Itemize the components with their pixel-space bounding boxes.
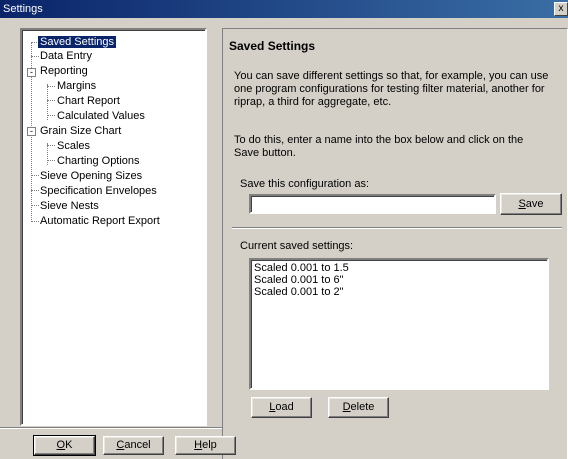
ok-button[interactable]: OK <box>33 435 96 456</box>
save-label: Save this configuration as: <box>240 178 370 190</box>
tree-connector-line <box>47 160 55 161</box>
tree-connector-line <box>47 115 55 116</box>
tree-item-automatic-report-export[interactable]: Automatic Report Export <box>40 214 160 228</box>
help-button[interactable]: Help <box>175 436 236 455</box>
cancel-button[interactable]: Cancel <box>103 436 164 455</box>
tree-item-charting-options[interactable]: Charting Options <box>57 154 140 168</box>
tree-item-reporting[interactable]: Reporting <box>40 64 88 78</box>
title-bar: Settings x <box>0 0 568 18</box>
tree-item-sieve-opening-sizes[interactable]: Sieve Opening Sizes <box>40 169 142 183</box>
list-item[interactable]: Scaled 0.001 to 2" <box>254 286 544 298</box>
save-button[interactable]: Save <box>500 193 562 215</box>
window-title: Settings <box>3 3 43 15</box>
load-button[interactable]: Load <box>251 397 312 418</box>
tree-item-calculated-values[interactable]: Calculated Values <box>57 109 145 123</box>
tree-item-sieve-nests[interactable]: Sieve Nests <box>40 199 99 213</box>
tree-item-data-entry[interactable]: Data Entry <box>40 49 92 63</box>
list-item[interactable]: Scaled 0.001 to 6" <box>254 274 544 286</box>
tree-connector-line <box>31 175 39 176</box>
save-name-input[interactable] <box>249 194 496 214</box>
instruction-text: To do this, enter a name into the box be… <box>234 134 524 159</box>
collapse-icon[interactable]: - <box>27 127 36 136</box>
tree-connector-line <box>47 143 48 165</box>
divider <box>232 227 562 229</box>
delete-button[interactable]: Delete <box>328 397 389 418</box>
intro-text: You can save different settings so that,… <box>234 70 549 108</box>
page-title: Saved Settings <box>229 39 316 53</box>
tree-item-specification-envelopes[interactable]: Specification Envelopes <box>40 184 157 198</box>
current-settings-label: Current saved settings: <box>240 240 354 252</box>
settings-tree[interactable]: Saved Settings Data Entry - Reporting Ma… <box>20 28 207 426</box>
list-item[interactable]: Scaled 0.001 to 1.5 <box>254 262 544 274</box>
tree-connector-line <box>47 86 55 87</box>
close-icon[interactable]: x <box>554 2 568 16</box>
collapse-icon[interactable]: - <box>27 68 36 77</box>
saved-settings-list[interactable]: Scaled 0.001 to 1.5 Scaled 0.001 to 6" S… <box>249 258 549 390</box>
divider <box>0 427 222 429</box>
tree-connector-line <box>47 145 55 146</box>
tree-connector-line <box>31 56 39 57</box>
tree-connector-line <box>31 221 39 222</box>
tree-item-margins[interactable]: Margins <box>57 79 96 93</box>
tree-item-chart-report[interactable]: Chart Report <box>57 94 120 108</box>
tree-item-grain-size-chart[interactable]: Grain Size Chart <box>40 124 121 138</box>
tree-connector-line <box>47 100 55 101</box>
tree-item-saved-settings[interactable]: Saved Settings <box>37 35 117 49</box>
tree-connector-line <box>31 205 39 206</box>
tree-connector-line <box>31 190 39 191</box>
tree-item-scales[interactable]: Scales <box>57 139 90 153</box>
